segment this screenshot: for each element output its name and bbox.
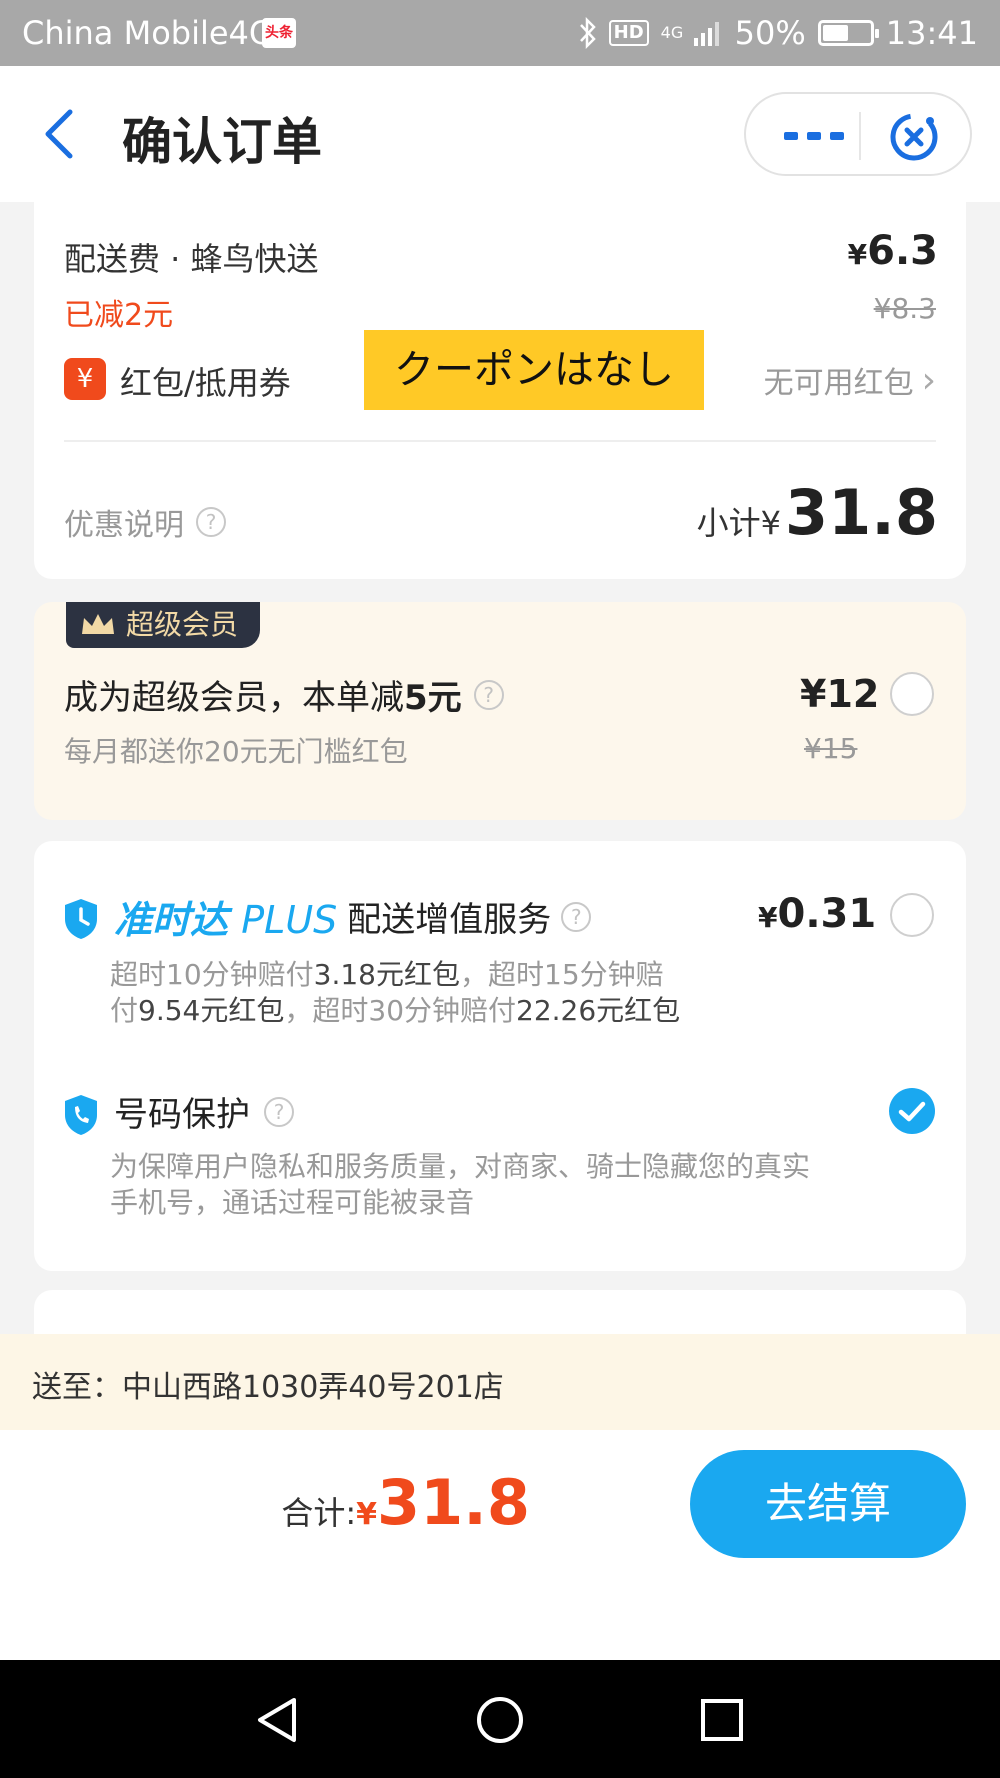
battery-level	[822, 25, 848, 41]
number-protect-checkbox[interactable]	[888, 1087, 936, 1135]
checkout-button[interactable]: 去结算	[690, 1450, 966, 1558]
delivery-address-bar[interactable]: 送至：中山西路1030弄40号201店	[0, 1334, 1000, 1430]
battery-percent: 50%	[734, 14, 806, 52]
membership-radio[interactable]	[890, 672, 934, 716]
vip-tag: 超级会员	[66, 602, 260, 648]
shield-clock-icon	[65, 899, 97, 939]
chevron-right-icon: ›	[921, 359, 936, 401]
promo-info[interactable]: 优惠说明 ?	[64, 500, 226, 544]
ontime-desc-text: 付	[110, 994, 139, 1027]
number-protect-description: 为保障用户隐私和服务质量，对商家、骑士隐藏您的真实 手机号，通话过程可能被录音	[110, 1149, 810, 1221]
number-protect-label: 号码保护	[114, 1095, 250, 1135]
number-protect-desc-line: 为保障用户隐私和服务质量，对商家、骑士隐藏您的真实	[110, 1150, 811, 1183]
coupon-icon: ¥	[64, 358, 106, 400]
ontime-desc-amount: 9.54元红包	[138, 994, 285, 1027]
annotation-note: クーポンはなし	[364, 330, 704, 410]
delivery-price: ¥6.3	[848, 228, 938, 274]
ontime-title: 准时达 PLUS 配送增值服务 ?	[114, 889, 592, 944]
network-label: 4G	[660, 23, 684, 42]
more-icon[interactable]	[784, 122, 844, 150]
total-symbol: ¥	[356, 1497, 378, 1532]
ontime-desc-amount: 22.26元红包	[516, 994, 681, 1027]
chevron-left-icon[interactable]	[40, 104, 88, 164]
ontime-service-label: 配送增值服务	[347, 900, 552, 940]
signal-icon	[693, 22, 719, 46]
coupon-selector[interactable]: 无可用红包 ›	[764, 358, 936, 402]
order-total: 合计:¥31.8	[281, 1466, 530, 1539]
subtotal-amount: 31.8	[785, 476, 938, 549]
crown-icon	[82, 614, 114, 634]
coupon-label: 红包/抵用券	[120, 364, 291, 402]
delivery-original-price: ¥8.3	[873, 292, 936, 325]
address-value: 中山西路1030弄40号201店	[122, 1370, 504, 1405]
membership-subtitle: 每月都送你20元无门槛红包	[64, 735, 408, 768]
number-protect-title: 号码保护 ?	[114, 1087, 294, 1136]
ontime-desc-text: ，超时15分钟赔	[460, 958, 664, 991]
hd-badge: HD	[608, 20, 649, 46]
total-label: 合计:	[281, 1494, 357, 1532]
status-bar: China Mobile4G 头条 HD 4G 50% 13:41	[0, 0, 1000, 66]
ontime-brand-cn: 准时达	[114, 898, 229, 942]
checkout-footer: 合计:¥31.8 去结算	[0, 1430, 1000, 1660]
total-amount: 31.8	[377, 1466, 530, 1539]
recents-square-icon[interactable]	[700, 1698, 744, 1742]
address-label: 送至：	[32, 1370, 122, 1405]
ontime-description: 超时10分钟赔付3.18元红包，超时15分钟赔 付9.54元红包，超时30分钟赔…	[110, 957, 680, 1029]
subtotal: 小计 ¥ 31.8	[697, 476, 938, 549]
divider	[64, 440, 936, 442]
ontime-price-symbol: ¥	[758, 901, 778, 934]
close-target-icon[interactable]	[886, 109, 942, 165]
subtotal-symbol: ¥	[760, 504, 782, 542]
coupon-value: 无可用红包	[763, 366, 914, 401]
question-icon[interactable]: ?	[561, 901, 592, 932]
clock: 13:41	[885, 14, 978, 52]
page-title: 确认订单	[122, 113, 322, 171]
delivery-price-symbol: ¥	[847, 238, 868, 271]
ontime-desc-text: ，超时30分钟赔付	[284, 994, 517, 1027]
delivery-fee-label: 配送费 · 蜂鸟快送	[64, 240, 319, 278]
membership-price: ¥12	[800, 672, 880, 716]
ontime-desc-amount: 3.18元红包	[313, 958, 460, 991]
number-protect-desc-line: 手机号，通话过程可能被录音	[110, 1186, 475, 1219]
question-icon[interactable]: ?	[264, 1096, 294, 1127]
services-card: 准时达 PLUS 配送增值服务 ? ¥0.31 超时10分钟赔付3.18元红包，…	[34, 841, 966, 1271]
membership-title-text: 成为超级会员，本单减	[64, 678, 404, 718]
carrier-label: China Mobile4G	[22, 14, 274, 52]
news-app-icon: 头条	[262, 18, 296, 48]
capsule-divider	[859, 112, 861, 160]
ontime-radio[interactable]	[890, 893, 934, 937]
membership-title: 成为超级会员，本单减5元 ?	[64, 670, 504, 719]
membership-card[interactable]: 超级会员 成为超级会员，本单减5元 ? 每月都送你20元无门槛红包 ¥12 ¥1…	[34, 602, 966, 820]
ontime-brand: 准时达 PLUS	[114, 889, 337, 944]
ontime-desc-text: 超时10分钟赔付	[110, 958, 314, 991]
vip-tag-label: 超级会员	[126, 608, 239, 641]
membership-title-bold: 5元	[404, 678, 462, 718]
bluetooth-icon	[579, 17, 596, 49]
ontime-brand-plus: PLUS	[241, 898, 338, 942]
ontime-price-value: 0.31	[777, 891, 877, 937]
delivery-price-value: 6.3	[867, 228, 938, 274]
battery-icon	[817, 20, 879, 46]
delivery-discount-text: 已减2元	[64, 298, 174, 333]
shield-phone-icon	[65, 1095, 97, 1135]
membership-original-price: ¥15	[804, 732, 858, 765]
subtotal-label: 小计	[696, 504, 761, 542]
question-icon: ?	[196, 507, 226, 537]
promo-label: 优惠说明	[64, 508, 184, 543]
ontime-price: ¥0.31	[758, 891, 876, 937]
app-header: 确认订单	[0, 66, 1000, 202]
system-nav-bar	[0, 1660, 1000, 1778]
question-icon[interactable]: ?	[473, 679, 504, 710]
mini-app-capsule	[744, 92, 972, 176]
back-triangle-icon[interactable]	[254, 1696, 300, 1744]
home-circle-icon[interactable]	[476, 1696, 524, 1744]
